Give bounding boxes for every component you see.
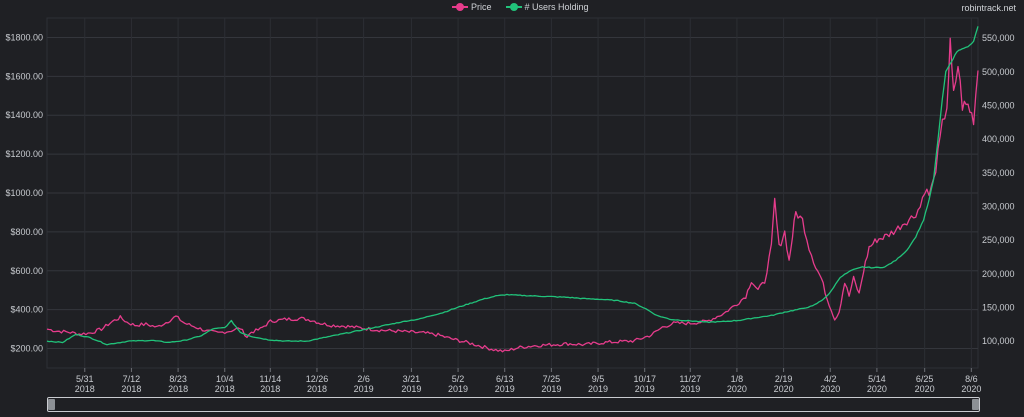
- y-right-tick-label: 200,000: [982, 269, 1015, 279]
- x-tick-date: 2/19: [775, 374, 793, 384]
- x-tick-year: 2019: [401, 384, 421, 394]
- x-tick-date: 7/12: [123, 374, 141, 384]
- x-tick-year: 2020: [727, 384, 747, 394]
- range-navigator[interactable]: [47, 397, 980, 412]
- x-tick-date: 11/27: [679, 374, 701, 384]
- y-left-tick-label: $1000.00: [5, 188, 43, 198]
- x-tick-year: 2018: [215, 384, 235, 394]
- x-tick-date: 5/2: [452, 374, 465, 384]
- x-tick-year: 2019: [635, 384, 655, 394]
- y-left-tick-label: $400.00: [10, 305, 43, 315]
- x-tick-date: 1/8: [731, 374, 744, 384]
- x-tick-date: 8/6: [965, 374, 978, 384]
- y-right-tick-label: 400,000: [982, 134, 1015, 144]
- x-tick-year: 2020: [867, 384, 887, 394]
- x-tick-date: 5/14: [868, 374, 886, 384]
- x-tick-year: 2019: [448, 384, 468, 394]
- x-tick-year: 2019: [354, 384, 374, 394]
- x-tick-year: 2020: [915, 384, 935, 394]
- y-left-tick-label: $1200.00: [5, 149, 43, 159]
- x-tick-year: 2018: [121, 384, 141, 394]
- x-tick-year: 2019: [680, 384, 700, 394]
- price-series-line: [46, 37, 979, 353]
- x-tick-year: 2020: [774, 384, 794, 394]
- y-right-tick-label: 550,000: [982, 33, 1015, 43]
- y-left-tick-label: $600.00: [10, 266, 43, 276]
- x-tick-year: 2018: [307, 384, 327, 394]
- y-right-tick-label: 150,000: [982, 302, 1015, 312]
- x-tick-date: 6/25: [916, 374, 934, 384]
- x-tick-year: 2018: [168, 384, 188, 394]
- left-axis: $200.00 $400.00 $600.00 $800.00 $1000.00 $120…: [5, 32, 43, 353]
- y-right-tick-label: 500,000: [982, 67, 1015, 77]
- x-axis: 5/3120187/1220188/23201810/4201811/14201…: [75, 368, 981, 394]
- y-left-tick-label: $1800.00: [5, 32, 43, 42]
- x-tick-year: 2018: [260, 384, 280, 394]
- y-right-tick-label: 350,000: [982, 168, 1015, 178]
- right-axis: 100,000 150,000 200,000 250,000 300,000 350,0…: [982, 33, 1015, 346]
- navigator-right-handle[interactable]: [972, 399, 979, 410]
- x-tick-date: 6/13: [496, 374, 514, 384]
- series-group: [46, 26, 979, 353]
- legend-item-users[interactable]: # Users Holding: [505, 2, 589, 12]
- y-right-tick-label: 100,000: [982, 336, 1015, 346]
- x-tick-date: 5/31: [76, 374, 94, 384]
- price-legend-marker: [452, 3, 468, 11]
- y-left-tick-label: $1600.00: [5, 71, 43, 81]
- x-tick-year: 2019: [541, 384, 561, 394]
- x-tick-year: 2019: [495, 384, 515, 394]
- x-tick-date: 2/6: [357, 374, 370, 384]
- x-tick-date: 8/23: [169, 374, 187, 384]
- navigator-left-handle[interactable]: [48, 399, 55, 410]
- y-right-tick-label: 250,000: [982, 235, 1015, 245]
- x-tick-date: 11/14: [259, 374, 281, 384]
- x-tick-date: 10/4: [216, 374, 234, 384]
- x-tick-year: 2020: [961, 384, 981, 394]
- users-series-line: [46, 26, 979, 346]
- x-tick-date: 7/25: [543, 374, 561, 384]
- x-tick-date: 3/21: [403, 374, 421, 384]
- x-tick-year: 2019: [588, 384, 608, 394]
- users-legend-marker: [505, 3, 522, 11]
- legend-label-price: Price: [471, 2, 492, 12]
- y-right-tick-label: 300,000: [982, 201, 1015, 211]
- x-tick-date: 9/5: [592, 374, 605, 384]
- y-left-tick-label: $200.00: [10, 344, 43, 354]
- legend-item-price[interactable]: Price: [452, 2, 492, 12]
- chart-legend: Price # Users Holding: [452, 2, 589, 12]
- x-tick-date: 10/17: [633, 374, 656, 384]
- x-tick-year: 2020: [820, 384, 840, 394]
- site-label[interactable]: robintrack.net: [961, 3, 1016, 13]
- x-tick-year: 2018: [75, 384, 95, 394]
- chart: $200.00 $400.00 $600.00 $800.00 $1000.00 $120…: [5, 17, 1015, 394]
- legend-label-users: # Users Holding: [524, 2, 589, 12]
- y-right-tick-label: 450,000: [982, 101, 1015, 111]
- chart-grid: [46, 17, 979, 369]
- x-tick-date: 12/26: [306, 374, 329, 384]
- y-left-tick-label: $800.00: [10, 227, 43, 237]
- x-tick-date: 4/2: [824, 374, 837, 384]
- y-left-tick-label: $1400.00: [5, 110, 43, 120]
